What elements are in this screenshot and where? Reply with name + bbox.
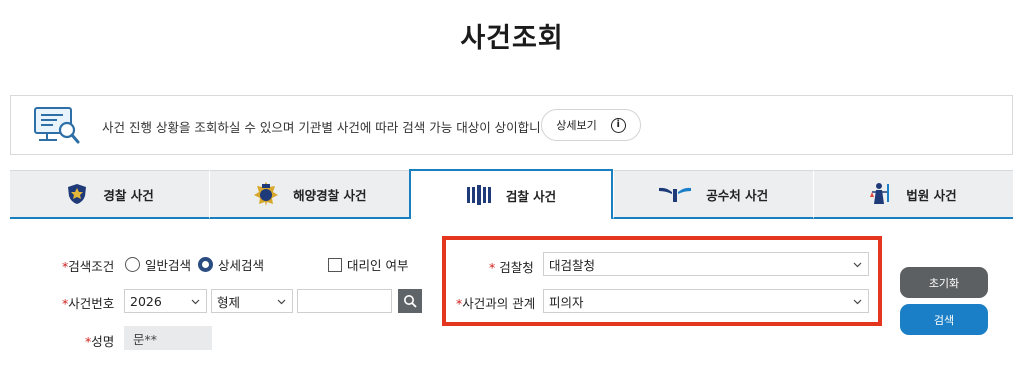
info-box: 사건 진행 상황을 조회하실 수 있으며 기관별 사건에 따라 검색 가능 대상…	[10, 95, 1013, 155]
highlight-box	[442, 236, 882, 326]
monitor-search-icon	[33, 105, 81, 145]
info-text: 사건 진행 상황을 조회하실 수 있으며 기관별 사건에 따라 검색 가능 대상…	[102, 120, 557, 135]
chevron-down-icon	[277, 299, 286, 305]
tab-label: 법원 사건	[906, 187, 957, 203]
case-year-value: 2026	[130, 293, 162, 309]
case-search-button[interactable]	[398, 289, 422, 313]
case-type-tabs: 경찰 사건 해양경찰 사건 검찰 사건 공수처 사건 법원 사건	[10, 169, 1014, 219]
search-condition-label: *검색조건	[62, 259, 115, 274]
radio-detail-search[interactable]: 상세검색	[198, 255, 264, 274]
radio-circle	[125, 257, 140, 272]
tab-court[interactable]: 법원 사건	[812, 170, 1014, 219]
tab-prosecution[interactable]: 검찰 사건	[409, 169, 613, 219]
proxy-checkbox[interactable]: 대리인 여부	[328, 255, 408, 274]
tab-label: 공수처 사건	[706, 187, 769, 203]
tab-coast-guard[interactable]: 해양경찰 사건	[209, 170, 410, 219]
reset-button[interactable]: 초기화	[900, 267, 988, 298]
name-field: 문**	[124, 326, 212, 350]
radio-label: 일반검색	[145, 258, 192, 273]
radio-circle-selected	[198, 257, 213, 272]
search-icon	[404, 295, 417, 308]
case-year-select[interactable]: 2026	[124, 289, 207, 313]
info-icon: i	[610, 117, 626, 133]
tab-label: 해양경찰 사건	[293, 187, 367, 203]
chevron-down-icon	[191, 299, 200, 305]
coast-guard-emblem-icon	[253, 181, 279, 207]
search-form: *검색조건 일반검색 상세검색 대리인 여부 *사건번호 2026 형제 *성명…	[0, 236, 1024, 375]
page-title: 사건조회	[460, 23, 564, 54]
case-number-label: *사건번호	[62, 296, 115, 311]
tab-label: 검찰 사건	[505, 188, 557, 204]
search-button[interactable]: 검색	[900, 304, 988, 335]
case-number-input[interactable]	[297, 289, 392, 313]
tab-police[interactable]: 경찰 사건	[10, 170, 210, 219]
checkbox-label: 대리인 여부	[347, 258, 409, 273]
cio-emblem-icon	[658, 185, 692, 203]
court-emblem-icon	[870, 182, 892, 206]
case-type-value: 형제	[217, 294, 241, 310]
name-label: *성명	[85, 334, 115, 349]
checkbox-box	[328, 257, 342, 272]
tab-cio[interactable]: 공수처 사건	[612, 170, 813, 219]
police-emblem-icon	[65, 182, 89, 206]
case-type-select[interactable]: 형제	[211, 289, 293, 313]
detail-view-label: 상세보기	[556, 119, 597, 132]
radio-label: 상세검색	[218, 258, 265, 273]
prosecution-emblem-icon	[466, 185, 492, 205]
detail-view-button[interactable]: 상세보기 i	[541, 109, 641, 141]
radio-general-search[interactable]: 일반검색	[125, 255, 191, 274]
tab-label: 경찰 사건	[103, 187, 154, 203]
